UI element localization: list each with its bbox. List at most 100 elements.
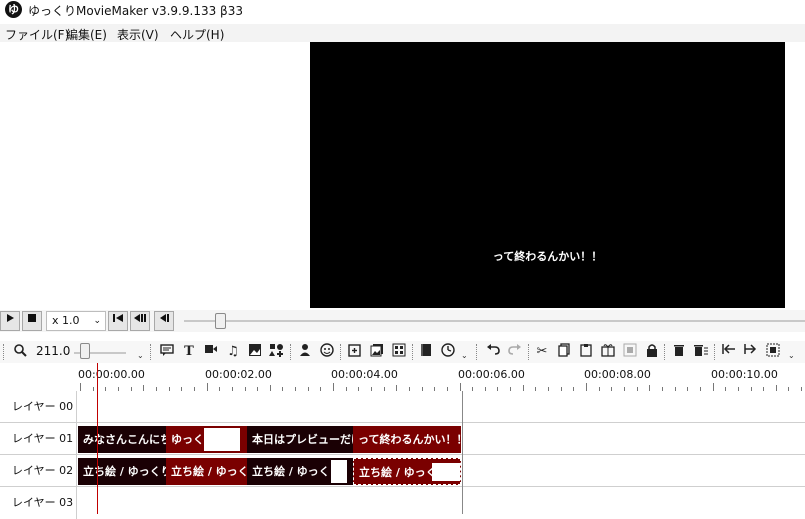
chevron-down-icon[interactable]: ⌄ <box>461 351 468 360</box>
menu-view[interactable]: 表示(V) <box>117 26 159 43</box>
clip-text: 立ち絵 / ゆっくり <box>252 465 341 478</box>
image-icon[interactable] <box>246 343 264 361</box>
clip-text: って終わるんかい！！ <box>358 433 461 446</box>
voice-clip[interactable]: って終わるんかい！！ <box>353 426 461 453</box>
voice-clip[interactable]: ゆっくり <box>166 426 247 453</box>
ruler-tick <box>80 383 81 391</box>
chevron-down-icon: ⌄ <box>93 316 101 326</box>
timeline-toolbar: 211.0 ⌄ T ♫ ⌄ ✂ ⌄ <box>0 341 805 363</box>
voice-clip[interactable]: 本日はプレビューだけ <box>247 426 353 453</box>
toolbar-separator <box>476 344 477 360</box>
book-icon[interactable] <box>417 343 435 361</box>
seek-bar[interactable] <box>184 320 805 322</box>
clip-text: 本日はプレビューだけ <box>252 433 353 446</box>
app-logo-icon: ゆ <box>5 1 22 18</box>
rewind-icon <box>160 314 169 322</box>
character-clip[interactable]: 立ち絵 / ゆっくり <box>247 458 353 485</box>
zoom-slider-thumb[interactable] <box>80 343 90 359</box>
menu-edit[interactable]: 編集(E) <box>66 26 107 43</box>
step-back-icon <box>134 314 146 322</box>
character-clip[interactable]: 立ち絵 / ゆっく <box>166 458 247 485</box>
speed-value: x 1.0 <box>52 314 80 327</box>
play-button[interactable] <box>0 311 20 331</box>
layer-label[interactable]: レイヤー 00 <box>0 391 77 423</box>
toolbar-separator <box>290 344 291 360</box>
character-clip[interactable]: 立ち絵 / ゆっくり <box>78 458 166 485</box>
text-icon[interactable]: T <box>180 343 198 361</box>
clip-thumbnail <box>331 460 347 483</box>
grid-icon[interactable] <box>390 343 408 361</box>
comment-icon[interactable] <box>158 343 176 361</box>
layer-row[interactable]: レイヤー 02 立ち絵 / ゆっくり 立ち絵 / ゆっく 立ち絵 / ゆっくり … <box>0 455 805 487</box>
move-right-icon[interactable] <box>742 343 760 361</box>
shape-icon[interactable] <box>268 343 286 361</box>
preview-subtitle: って終わるんかい！！ <box>492 250 603 263</box>
layer-label[interactable]: レイヤー 01 <box>0 423 77 455</box>
stop-icon <box>28 314 36 322</box>
layer-label[interactable]: レイヤー 03 <box>0 487 77 519</box>
ruler-tick <box>459 383 461 391</box>
delete-all-icon[interactable] <box>692 343 710 361</box>
gift-icon[interactable] <box>599 343 617 361</box>
chevron-down-icon[interactable]: ⌄ <box>137 351 144 360</box>
clock-icon[interactable] <box>439 343 457 361</box>
play-icon <box>7 314 14 322</box>
ruler-label: 00:00:04.00 <box>331 368 398 381</box>
toolbar-separator <box>528 344 529 360</box>
prev-frame-button[interactable] <box>130 311 150 331</box>
playhead[interactable] <box>97 363 98 514</box>
speed-select[interactable]: x 1.0 ⌄ <box>46 311 106 331</box>
lock-icon[interactable] <box>643 343 661 361</box>
add-scene-icon[interactable] <box>346 343 364 361</box>
character-icon[interactable] <box>296 343 314 361</box>
ruler-tick <box>206 383 208 391</box>
voice-clip[interactable]: みなさんこんにち <box>78 426 166 453</box>
playback-bar: x 1.0 ⌄ <box>0 310 805 332</box>
clip-text: みなさんこんにち <box>83 433 166 446</box>
redo-icon[interactable] <box>506 343 524 361</box>
face-icon[interactable] <box>318 343 336 361</box>
clip-text: 立ち絵 / ゆっく <box>171 465 247 478</box>
stop-button[interactable] <box>22 311 42 331</box>
select-icon[interactable] <box>764 343 782 361</box>
seek-thumb[interactable] <box>215 313 226 329</box>
ruler-label: 00:00:08.00 <box>584 368 651 381</box>
timeline-ruler[interactable]: 00:00:00.00 00:00:02.00 00:00:04.00 00:0… <box>0 363 805 391</box>
ruler-label: 00:00:06.00 <box>458 368 525 381</box>
layer-row[interactable]: レイヤー 03 <box>0 487 805 519</box>
music-icon[interactable]: ♫ <box>224 343 242 361</box>
item-panel <box>0 42 310 310</box>
video-preview[interactable] <box>310 42 785 308</box>
copy-icon[interactable] <box>555 343 573 361</box>
chevron-down-icon[interactable]: ⌄ <box>788 351 795 360</box>
clip-text: 立ち絵 / ゆっくり <box>83 465 166 478</box>
layer-row[interactable]: レイヤー 01 みなさんこんにち ゆっくり 本日はプレビューだけ って終わるんか… <box>0 423 805 455</box>
character-clip[interactable]: 立ち絵 / ゆっくり <box>353 458 461 485</box>
seek-start-button[interactable] <box>108 311 128 331</box>
menu-file[interactable]: ファイル(F) <box>5 26 69 43</box>
prev-button[interactable] <box>154 311 174 331</box>
timeline-layers: レイヤー 00 レイヤー 01 みなさんこんにち ゆっくり 本日はプレビューだけ… <box>0 391 805 519</box>
skip-start-icon <box>113 314 123 322</box>
move-left-icon[interactable] <box>720 343 738 361</box>
undo-icon[interactable] <box>484 343 502 361</box>
paste-icon[interactable] <box>577 343 595 361</box>
ruler-tick <box>712 383 714 391</box>
title-bar: ゆ ゆっくりMovieMaker v3.9.9.133 β33 <box>0 0 805 20</box>
frame-icon[interactable] <box>621 343 639 361</box>
ruler-tick <box>333 383 334 391</box>
toolbar-separator <box>340 344 341 360</box>
toolbar-separator <box>714 344 715 360</box>
ruler-label: 00:00:00.00 <box>78 368 145 381</box>
delete-icon[interactable] <box>670 343 688 361</box>
menu-help[interactable]: ヘルプ(H) <box>170 26 224 43</box>
toolbar-grip <box>3 344 4 360</box>
video-icon[interactable] <box>202 343 220 361</box>
cut-icon[interactable]: ✂ <box>533 343 551 361</box>
layer-label[interactable]: レイヤー 02 <box>0 455 77 487</box>
images-icon[interactable] <box>368 343 386 361</box>
layer-row[interactable]: レイヤー 00 <box>0 391 805 423</box>
zoom-icon <box>11 343 29 361</box>
toolbar-separator <box>150 344 151 360</box>
ruler-label: 00:00:02.00 <box>205 368 272 381</box>
